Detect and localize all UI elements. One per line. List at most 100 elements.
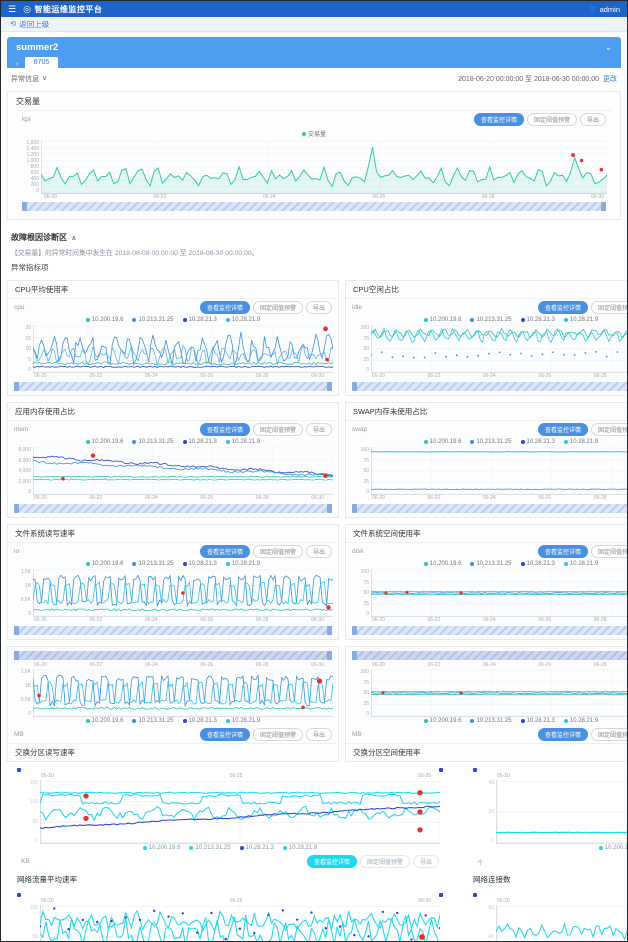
legend-item[interactable]: 10.213.31.25 bbox=[470, 718, 511, 724]
tab-6705[interactable]: 6705 bbox=[25, 57, 59, 68]
view-detail-button[interactable]: 查看监控详情 bbox=[200, 423, 250, 436]
brush-handle-left[interactable] bbox=[14, 504, 19, 513]
anomaly-info-toggle[interactable]: 异常信息 ∨ bbox=[11, 74, 47, 84]
legend-item[interactable]: 10.28.21.3 bbox=[521, 561, 555, 567]
brush-handle-left[interactable] bbox=[473, 768, 477, 772]
time-brush[interactable] bbox=[352, 504, 628, 513]
legend-item[interactable]: 10.200.19.6 bbox=[424, 718, 462, 724]
legend-item[interactable]: 10.28.21.9 bbox=[226, 439, 260, 445]
legend-item[interactable]: 10.28.21.3 bbox=[521, 317, 555, 323]
view-detail-button[interactable]: 查看监控详情 bbox=[200, 728, 250, 741]
time-brush[interactable] bbox=[14, 382, 332, 391]
brush-handle-left[interactable] bbox=[473, 893, 477, 897]
threshold-button[interactable]: 固定阈值预警 bbox=[591, 301, 628, 314]
legend-item[interactable]: 10.213.31.25 bbox=[470, 561, 511, 567]
time-brush[interactable] bbox=[17, 893, 443, 898]
time-brush[interactable] bbox=[352, 382, 628, 391]
time-brush[interactable] bbox=[22, 202, 606, 211]
legend-item[interactable]: 10.200.19.6 bbox=[86, 439, 124, 445]
legend-item[interactable]: 10.200.19.6 bbox=[424, 439, 462, 445]
legend-item[interactable]: 10.213.31.25 bbox=[132, 718, 173, 724]
threshold-button[interactable]: 固定阈值预警 bbox=[253, 301, 303, 314]
legend-item[interactable]: 10.28.21.9 bbox=[283, 845, 317, 851]
threshold-button[interactable]: 固定阈值预警 bbox=[591, 728, 628, 741]
brush-handle-right[interactable] bbox=[439, 768, 443, 772]
collapse-icon[interactable]: ⌄ bbox=[605, 43, 612, 52]
brush-handle-right[interactable] bbox=[327, 651, 332, 660]
tab-prev-icon[interactable]: ‹ bbox=[16, 59, 19, 68]
legend-item[interactable]: 10.28.21.3 bbox=[240, 845, 274, 851]
threshold-button[interactable]: 固定阈值预警 bbox=[591, 545, 628, 558]
legend-item[interactable]: 10.28.21.9 bbox=[564, 317, 598, 323]
time-brush[interactable] bbox=[14, 626, 332, 635]
threshold-button[interactable]: 固定阈值预警 bbox=[253, 423, 303, 436]
brush-handle-left[interactable] bbox=[17, 768, 21, 772]
legend-item[interactable]: 10.213.31.25 bbox=[470, 317, 511, 323]
threshold-button[interactable]: 固定阈值预警 bbox=[253, 728, 303, 741]
brush-handle-right[interactable] bbox=[327, 382, 332, 391]
view-detail-button[interactable]: 查看监控详情 bbox=[538, 423, 588, 436]
legend-item[interactable]: 10.28.21.3 bbox=[183, 561, 217, 567]
back-link[interactable]: ⟲ 返回上级 bbox=[10, 19, 49, 30]
legend-item[interactable]: 10.200.19.6 bbox=[86, 718, 124, 724]
collapse-icon[interactable]: ∧ bbox=[71, 234, 77, 242]
view-detail-button[interactable]: 查看监控详情 bbox=[474, 113, 524, 126]
time-brush[interactable] bbox=[473, 768, 628, 773]
legend-item[interactable]: 10.28.21.9 bbox=[564, 439, 598, 445]
export-button[interactable]: 导出 bbox=[306, 423, 332, 436]
change-date-link[interactable]: 更改 bbox=[603, 74, 617, 84]
threshold-button[interactable]: 固定阈值预警 bbox=[360, 855, 410, 868]
view-detail-button[interactable]: 查看监控详情 bbox=[200, 545, 250, 558]
brush-handle-left[interactable] bbox=[14, 382, 19, 391]
brush-handle-left[interactable] bbox=[352, 504, 357, 513]
time-brush[interactable] bbox=[352, 651, 628, 660]
time-brush[interactable] bbox=[14, 651, 332, 660]
view-detail-button[interactable]: 查看监控详情 bbox=[538, 545, 588, 558]
legend-item[interactable]: 10.28.21.3 bbox=[183, 439, 217, 445]
brush-handle-left[interactable] bbox=[352, 651, 357, 660]
legend-item[interactable]: 10.200.19.6 bbox=[86, 317, 124, 323]
legend-item[interactable]: 10.28.21.9 bbox=[564, 561, 598, 567]
brush-handle-left[interactable] bbox=[14, 651, 19, 660]
legend-item[interactable]: 10.200.19.6 bbox=[424, 317, 462, 323]
legend-item[interactable]: 10.213.31.25 bbox=[189, 845, 230, 851]
legend-item[interactable]: 10.213.31.25 bbox=[132, 317, 173, 323]
view-detail-button[interactable]: 查看监控详情 bbox=[200, 301, 250, 314]
brush-handle-left[interactable] bbox=[352, 626, 357, 635]
threshold-button[interactable]: 固定阈值预警 bbox=[527, 113, 577, 126]
legend-item[interactable]: 10.200.19.6 bbox=[143, 845, 181, 851]
legend-item[interactable]: 10.28.21.3 bbox=[183, 718, 217, 724]
legend-item[interactable]: 10.213.31.25 bbox=[132, 439, 173, 445]
export-button[interactable]: 导出 bbox=[306, 301, 332, 314]
brush-handle-left[interactable] bbox=[17, 893, 21, 897]
brush-handle-right[interactable] bbox=[327, 626, 332, 635]
legend-item[interactable]: 10.28.21.3 bbox=[521, 439, 555, 445]
legend-item[interactable]: 10.213.31.25 bbox=[470, 439, 511, 445]
brush-handle-right[interactable] bbox=[327, 504, 332, 513]
view-detail-button[interactable]: 查看监控详情 bbox=[538, 301, 588, 314]
view-detail-button[interactable]: 查看监控详情 bbox=[538, 728, 588, 741]
time-brush[interactable] bbox=[473, 893, 628, 898]
threshold-button[interactable]: 固定阈值预警 bbox=[253, 545, 303, 558]
time-brush[interactable] bbox=[352, 626, 628, 635]
legend-item[interactable]: 10.200.19.6 bbox=[599, 845, 628, 851]
export-button[interactable]: 导出 bbox=[580, 113, 606, 126]
view-detail-button[interactable]: 查看监控详情 bbox=[307, 855, 357, 868]
user-menu[interactable]: 👤 admin bbox=[588, 5, 620, 14]
time-brush[interactable] bbox=[14, 504, 332, 513]
export-button[interactable]: 导出 bbox=[306, 728, 332, 741]
legend-item[interactable]: 10.28.21.9 bbox=[564, 718, 598, 724]
legend-item[interactable]: 10.28.21.9 bbox=[226, 561, 260, 567]
export-button[interactable]: 导出 bbox=[306, 545, 332, 558]
brush-handle-left[interactable] bbox=[352, 382, 357, 391]
time-brush[interactable] bbox=[17, 768, 443, 773]
brush-handle-left[interactable] bbox=[14, 626, 19, 635]
legend-item[interactable]: 10.200.19.6 bbox=[424, 561, 462, 567]
legend-item[interactable]: 10.28.21.3 bbox=[521, 718, 555, 724]
legend-item[interactable]: 10.28.21.9 bbox=[226, 317, 260, 323]
legend-item[interactable]: 10.28.21.3 bbox=[183, 317, 217, 323]
legend-item[interactable]: 10.213.31.25 bbox=[132, 561, 173, 567]
legend-item[interactable]: 10.200.19.6 bbox=[86, 561, 124, 567]
legend-item[interactable]: 交易量 bbox=[302, 129, 326, 138]
legend-item[interactable]: 10.28.21.9 bbox=[226, 718, 260, 724]
